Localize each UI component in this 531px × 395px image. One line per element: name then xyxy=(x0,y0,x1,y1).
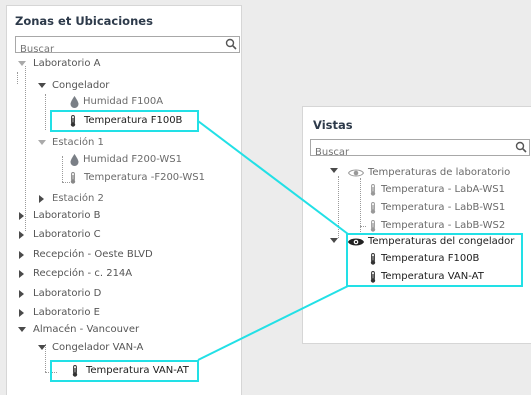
connector-lines xyxy=(197,120,349,361)
connector-line xyxy=(197,120,349,235)
connector-line xyxy=(197,285,349,361)
